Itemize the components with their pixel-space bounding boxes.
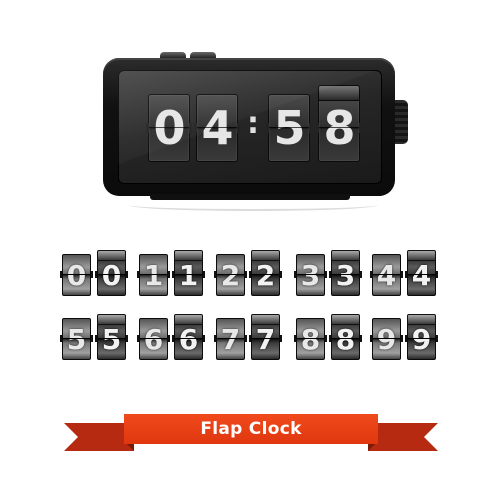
clock-digit-minute-ones-text: 8 xyxy=(323,101,355,155)
digit-card-back-text: 6 xyxy=(143,323,164,356)
clock-digit-minute-tens: 5 xyxy=(266,94,312,162)
digit-card-back: 2 xyxy=(214,254,247,296)
flipping-flap xyxy=(174,314,203,325)
flipping-flap xyxy=(407,250,436,261)
digit-card-back: 1 xyxy=(137,254,170,296)
digit-card-front: 6 xyxy=(172,314,205,360)
clock-digit-hour-tens-text: 0 xyxy=(153,101,185,155)
digit-card-back: 0 xyxy=(60,254,93,296)
digit-card-back-text: 0 xyxy=(66,259,87,292)
digit-card-back-text: 2 xyxy=(220,259,241,292)
digit-card-front-text: 2 xyxy=(255,259,276,292)
digit-card-back: 9 xyxy=(370,318,403,360)
banner-title: Flap Clock xyxy=(200,419,302,439)
digit-card-front-text: 0 xyxy=(101,259,122,292)
clock-digit-minute-tens-text: 5 xyxy=(273,101,305,155)
digit-card-back: 6 xyxy=(137,318,170,360)
digit-card-front: 7 xyxy=(249,314,282,360)
flipping-flap xyxy=(251,250,280,261)
flipping-flap xyxy=(318,85,360,101)
digit-card-front: 5 xyxy=(95,314,128,360)
clock-shadow xyxy=(128,199,378,211)
ribbon-tail-right xyxy=(368,423,438,451)
digit-card-back-text: 5 xyxy=(66,323,87,356)
digit-card-front-text: 4 xyxy=(411,259,432,292)
digit-card-front-text: 1 xyxy=(178,259,199,292)
digit-card-back-text: 8 xyxy=(300,323,321,356)
flipping-flap xyxy=(331,314,360,325)
digit-card-back-text: 4 xyxy=(376,259,397,292)
digit-card-front: 0 xyxy=(95,250,128,296)
digit-card-front: 8 xyxy=(329,314,362,360)
clock-digit-minute-ones: 8 xyxy=(316,85,362,162)
flipping-flap xyxy=(174,250,203,261)
digit-card-front: 9 xyxy=(405,314,438,360)
clock-colon: : xyxy=(247,106,259,141)
digit-card-back-text: 9 xyxy=(376,323,397,356)
digit-card-back-text: 7 xyxy=(220,323,241,356)
digit-card-front-text: 7 xyxy=(255,323,276,356)
clock-digit-hour-tens: 0 xyxy=(146,94,192,162)
digit-card-back: 3 xyxy=(294,254,327,296)
digit-card-back-text: 1 xyxy=(143,259,164,292)
flipping-flap xyxy=(97,314,126,325)
flipping-flap xyxy=(331,250,360,261)
digit-card-back-text: 3 xyxy=(300,259,321,292)
digit-card-back: 4 xyxy=(370,254,403,296)
clock-digit-hour-ones: 4 xyxy=(194,94,240,162)
flipping-flap xyxy=(407,314,436,325)
digit-card-front: 2 xyxy=(249,250,282,296)
flipping-flap xyxy=(251,314,280,325)
digit-card-front: 4 xyxy=(405,250,438,296)
title-banner: Flap Clock xyxy=(124,414,378,444)
digit-card-front-text: 8 xyxy=(335,323,356,356)
digit-card-front: 3 xyxy=(329,250,362,296)
digit-card-front-text: 6 xyxy=(178,323,199,356)
digit-card-front-text: 3 xyxy=(335,259,356,292)
digit-card-front: 1 xyxy=(172,250,205,296)
digit-card-front-text: 9 xyxy=(411,323,432,356)
flipping-flap xyxy=(97,250,126,261)
digit-card-back: 7 xyxy=(214,318,247,360)
digit-card-back: 8 xyxy=(294,318,327,360)
digit-card-back: 5 xyxy=(60,318,93,360)
clock-digit-hour-ones-text: 4 xyxy=(201,101,233,155)
digit-card-front-text: 5 xyxy=(101,323,122,356)
